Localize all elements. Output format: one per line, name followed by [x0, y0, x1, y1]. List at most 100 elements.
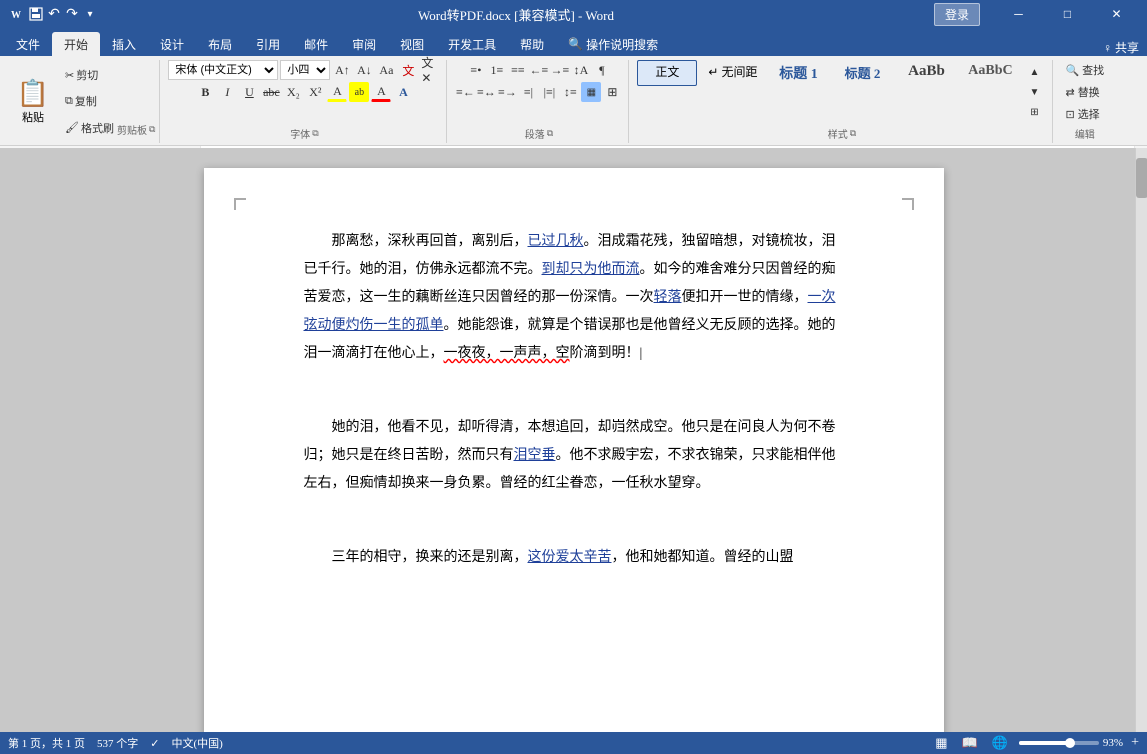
paragraph-spacer-2	[304, 505, 844, 533]
tab-review[interactable]: 审阅	[340, 32, 388, 56]
multilevel-btn[interactable]: ≡≡	[508, 60, 528, 80]
paragraph-3[interactable]: 三年的相守，换来的还是别离，这份爱太辛苦，他和她都知道。曾经的山盟	[304, 544, 844, 572]
paste-icon: 📋	[17, 79, 49, 109]
paragraph-1[interactable]: 那离愁，深秋再回首，离别后，已过几秋。泪成霜花残，独留暗想，对镜梳妆，泪已千行。…	[304, 228, 844, 368]
tab-mailings[interactable]: 邮件	[292, 32, 340, 56]
tab-layout[interactable]: 布局	[196, 32, 244, 56]
style-heading2[interactable]: 标题 2	[832, 60, 892, 86]
sort-btn[interactable]: ↕A	[571, 60, 591, 80]
style-normal[interactable]: 正文	[637, 60, 697, 86]
tab-design[interactable]: 设计	[148, 32, 196, 56]
styles-scroll-down[interactable]: ▼	[1024, 82, 1044, 102]
border-btn[interactable]: ⊞	[602, 82, 622, 102]
decrease-font-btn[interactable]: A↓	[354, 60, 374, 80]
paragraph-2[interactable]: 她的泪，他看不见，却听得清，本想追回，却岿然成空。他只是在问良人为何不卷归；她只…	[304, 414, 844, 498]
paragraph-expand-icon[interactable]: ⧉	[547, 128, 553, 139]
minimize-button[interactable]: ─	[996, 0, 1041, 28]
paste-button[interactable]: 📋 粘贴	[8, 62, 58, 141]
redo-btn[interactable]: ↷	[64, 6, 80, 22]
styles-expand-icon[interactable]: ⧉	[850, 128, 856, 139]
align-left-btn[interactable]: ≡←	[455, 82, 475, 102]
underline-button[interactable]: U	[239, 82, 259, 102]
strikethrough-btn[interactable]: abc	[261, 82, 281, 102]
web-layout-btn[interactable]: 🌐	[989, 734, 1011, 752]
paragraph-row2: ≡← ≡↔ ≡→ ≡| |≡| ↕≡ ▦ ⊞	[455, 82, 622, 102]
ribbon-toolbar: 📋 粘贴 ✂ 剪切 ⧉ 复制 🖌 格式刷 剪贴板 ⧉	[0, 56, 1147, 146]
zoom-in-btn[interactable]: +	[1131, 735, 1139, 751]
show-marks-btn[interactable]: ¶	[592, 60, 612, 80]
increase-font-btn[interactable]: A↑	[332, 60, 352, 80]
document-area: 那离愁，深秋再回首，离别后，已过几秋。泪成霜花残，独留暗想，对镜梳妆，泪已千行。…	[0, 148, 1147, 732]
subscript-btn[interactable]: X₂	[283, 82, 303, 102]
increase-indent-btn[interactable]: →≡	[550, 60, 570, 80]
text-effect-btn[interactable]: A	[393, 82, 413, 102]
align-center-btn[interactable]: ≡↔	[476, 82, 496, 102]
change-case-btn[interactable]: Aa	[376, 60, 396, 80]
tab-developer[interactable]: 开发工具	[436, 32, 508, 56]
close-button[interactable]: ✕	[1094, 0, 1139, 28]
styles-expand[interactable]: ⊞	[1024, 102, 1044, 122]
clipboard-group: 📋 粘贴 ✂ 剪切 ⧉ 复制 🖌 格式刷 剪贴板 ⧉	[4, 60, 160, 143]
char-shading-btn[interactable]: 文	[398, 60, 418, 80]
read-mode-btn[interactable]: 📖	[959, 734, 981, 752]
font-color2-btn[interactable]: A	[371, 82, 391, 102]
replace-button[interactable]: ⇄ 替换	[1061, 82, 1103, 102]
numbering-btn[interactable]: 1≡	[487, 60, 507, 80]
style-aabbcc-1[interactable]: AaBb	[896, 60, 956, 86]
undo-btn[interactable]: ↶	[46, 6, 62, 22]
style-no-spacing[interactable]: ↵ 无间距	[701, 60, 764, 86]
clear-format-btn[interactable]: 文✕	[420, 60, 440, 80]
superscript-btn[interactable]: X²	[305, 82, 325, 102]
align-right-btn[interactable]: ≡→	[497, 82, 517, 102]
font-color-btn[interactable]: A	[327, 82, 347, 102]
copy-button[interactable]: ⧉ 复制	[62, 92, 117, 110]
find-icon: 🔍	[1065, 64, 1079, 77]
tab-file[interactable]: 文件	[4, 32, 52, 56]
share-button[interactable]: ♀ 共享	[1103, 39, 1139, 56]
status-right: ▦ 📖 🌐 93% +	[932, 734, 1139, 752]
font-size-select[interactable]: 小四	[280, 60, 330, 80]
zoom-slider[interactable]	[1019, 741, 1099, 745]
italic-button[interactable]: I	[217, 82, 237, 102]
font-expand-icon[interactable]: ⧉	[312, 128, 318, 139]
restore-button[interactable]: □	[1045, 0, 1090, 28]
login-button[interactable]: 登录	[934, 3, 980, 26]
clipboard-expand-icon[interactable]: ⧉	[149, 124, 155, 135]
tab-home[interactable]: 开始	[52, 32, 100, 56]
status-bar: 第 1 页，共 1 页 537 个字 ✓ 中文(中国) ▦ 📖 🌐 93% +	[0, 732, 1147, 754]
tab-insert[interactable]: 插入	[100, 32, 148, 56]
select-button[interactable]: ⊡ 选择	[1061, 104, 1103, 124]
wavy-span-1: 一夜夜，一声声，空	[444, 346, 570, 361]
tab-search[interactable]: 🔍 操作说明搜索	[556, 32, 670, 56]
style-aabbcc-2[interactable]: AaBbC	[960, 60, 1020, 86]
styles-scroll-up[interactable]: ▲	[1024, 62, 1044, 82]
corner-tr	[902, 198, 914, 210]
cut-icon: ✂	[65, 69, 74, 82]
bold-button[interactable]: B	[195, 82, 215, 102]
justify-btn[interactable]: ≡|	[518, 82, 538, 102]
print-layout-btn[interactable]: ▦	[932, 734, 950, 752]
customize-btn[interactable]: ▾	[82, 6, 98, 22]
font-group-label: 字体 ⧉	[290, 126, 318, 143]
spell-check-icon: ✓	[150, 737, 159, 750]
save-btn[interactable]	[28, 6, 44, 22]
vertical-scrollbar[interactable]	[1135, 148, 1147, 732]
document-page[interactable]: 那离愁，深秋再回首，离别后，已过几秋。泪成霜花残，独留暗想，对镜梳妆，泪已千行。…	[204, 168, 944, 732]
shading-btn[interactable]: ▦	[581, 82, 601, 102]
tab-references[interactable]: 引用	[244, 32, 292, 56]
tab-view[interactable]: 视图	[388, 32, 436, 56]
tab-help[interactable]: 帮助	[508, 32, 556, 56]
distribute-btn[interactable]: |≡|	[539, 82, 559, 102]
search-label: 操作说明搜索	[586, 36, 658, 53]
decrease-indent-btn[interactable]: ←≡	[529, 60, 549, 80]
find-button[interactable]: 🔍 查找	[1061, 60, 1108, 80]
zoom-thumb[interactable]	[1065, 738, 1075, 748]
font-name-select[interactable]: 宋体 (中文正文)	[168, 60, 278, 80]
line-spacing-btn[interactable]: ↕≡	[560, 82, 580, 102]
text-cursor	[640, 346, 643, 361]
cut-button[interactable]: ✂ 剪切	[62, 66, 117, 84]
bullets-btn[interactable]: ≡•	[466, 60, 486, 80]
highlight-btn[interactable]: ab	[349, 82, 369, 102]
format-painter-button[interactable]: 🖌 格式刷	[62, 119, 117, 137]
style-heading1[interactable]: 标题 1	[768, 60, 828, 86]
